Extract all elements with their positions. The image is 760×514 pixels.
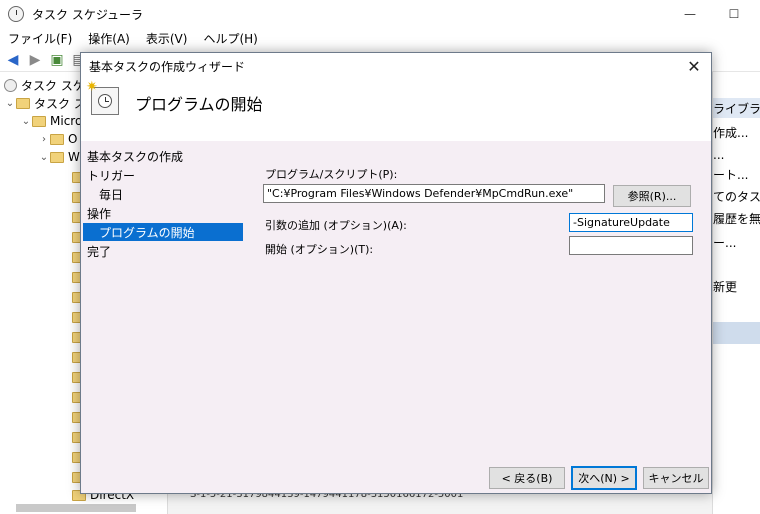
tree-microsoft[interactable]: ⌄ Micro [20, 112, 83, 130]
step-finish: 完了 [87, 244, 112, 259]
folder-icon [50, 151, 64, 163]
chevron-down-icon[interactable]: ⌄ [4, 98, 16, 109]
browse-button[interactable]: 参照(R)... [613, 185, 691, 207]
dialog-body: 基本タスクの作成 トリガー 毎日 操作 プログラムの開始 完了 プログラム/スク… [81, 141, 711, 493]
back-arrow-icon[interactable]: ◀ [4, 51, 22, 69]
program-script-input[interactable] [263, 184, 605, 203]
action-all-tasks[interactable]: てのタスク... [713, 188, 760, 205]
tree-item-w[interactable]: ⌄ W [38, 148, 80, 166]
action-import[interactable]: ート... [713, 166, 748, 183]
chevron-right-icon[interactable]: › [38, 134, 50, 145]
action-item[interactable]: ー... [713, 234, 736, 251]
action-refresh[interactable]: 新更 [713, 278, 737, 295]
page-title: プログラムの開始 [135, 95, 263, 114]
menu-action[interactable]: 操作(A) [80, 30, 138, 47]
step-start-program: プログラムの開始 [83, 223, 243, 241]
start-in-input[interactable] [569, 236, 693, 255]
window-title: タスク スケジューラ [32, 7, 143, 22]
action-disable-history[interactable]: 履歴を無... [713, 210, 760, 227]
dialog-title: 基本タスクの作成ウィザード [89, 59, 246, 74]
clock-icon [8, 6, 24, 22]
program-script-label: プログラム/スクリプト(P): [265, 168, 398, 181]
main-title-bar: タスク スケジューラ [0, 0, 760, 28]
step-daily: 毎日 [99, 187, 124, 202]
folder-icon [32, 115, 46, 127]
dialog-title-bar: 基本タスクの作成ウィザード [81, 53, 711, 79]
actions-pane: ライブラリ 作成... ... ート... てのタスク... 履歴を無... ー… [712, 72, 760, 514]
dialog-header: ✷ プログラムの開始 [81, 79, 711, 141]
folder-icon [50, 133, 64, 145]
step-create-basic-task: 基本タスクの作成 [87, 149, 184, 164]
next-button[interactable]: 次へ(N) > [571, 466, 637, 490]
create-basic-task-wizard: 基本タスクの作成ウィザード ✕ ✷ プログラムの開始 基本タスクの作成 トリガー… [80, 52, 712, 494]
clock-icon [4, 78, 17, 92]
forward-arrow-icon[interactable]: ▶ [26, 51, 44, 69]
chevron-down-icon[interactable]: ⌄ [38, 152, 50, 163]
action-item[interactable]: ... [713, 148, 724, 162]
menu-bar: ファイル(F) 操作(A) 表示(V) ヘルプ(H) [0, 28, 760, 48]
star-icon: ✷ [86, 79, 98, 95]
close-icon[interactable]: ✕ [683, 56, 705, 76]
maximize-button[interactable]: ☐ [712, 0, 756, 28]
step-action: 操作 [87, 206, 112, 221]
action-selected-row [713, 322, 760, 344]
clock-icon [98, 94, 112, 108]
arguments-label: 引数の追加 (オプション)(A): [265, 219, 407, 232]
tree-item-o[interactable]: › O [38, 130, 77, 148]
minimize-button[interactable]: — [668, 0, 712, 28]
actions-header: ライブラリ [713, 98, 760, 118]
task-clock-icon: ✷ [86, 79, 119, 115]
horizontal-scrollbar[interactable] [16, 504, 136, 512]
step-trigger: トリガー [87, 168, 136, 183]
start-in-label: 開始 (オプション)(T): [265, 243, 374, 256]
arguments-input[interactable] [569, 213, 693, 232]
up-folder-icon[interactable]: ▣ [48, 51, 66, 69]
back-button[interactable]: < 戻る(B) [489, 467, 565, 489]
menu-help[interactable]: ヘルプ(H) [195, 30, 265, 47]
chevron-down-icon[interactable]: ⌄ [20, 116, 32, 127]
menu-view[interactable]: 表示(V) [138, 30, 196, 47]
folder-icon [16, 97, 30, 109]
menu-file[interactable]: ファイル(F) [0, 30, 80, 47]
cancel-button[interactable]: キャンセル [643, 467, 709, 489]
action-create[interactable]: 作成... [713, 124, 748, 141]
